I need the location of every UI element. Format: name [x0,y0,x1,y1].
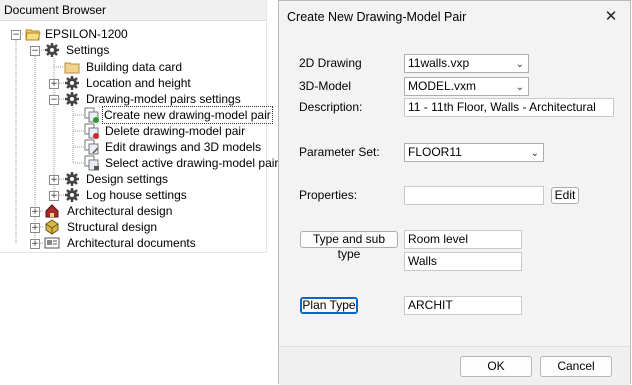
plan-type-field[interactable]: ARCHIT [404,296,522,315]
properties-field[interactable] [404,186,544,205]
create-pair-icon [84,107,99,123]
tree-node-settings-label: Settings [66,43,110,57]
document-icon [44,237,60,249]
tree-node-log-house-settings-label: Log house settings [86,188,187,202]
model-3d-value: MODEL.vxm [408,79,477,93]
model-3d-select[interactable]: MODEL.vxm ⌄ [404,77,529,96]
plan-type-value: ARCHIT [408,298,453,312]
collapse-icon[interactable]: − [11,30,21,40]
tree-node-drawing-model-pairs-settings-label: Drawing-model pairs settings [86,92,241,106]
dialog-footer: OK Cancel [279,346,630,385]
tree-node-structural-design-label: Structural design [67,220,158,234]
tree-node-edit-drawings-label: Edit drawings and 3D models [105,140,262,154]
tree-node-design-settings-label: Design settings [86,172,169,186]
properties-label: Properties: [299,188,358,202]
expand-icon[interactable]: + [30,239,40,249]
subtype-field[interactable]: Walls [404,252,522,271]
drawing-2d-select[interactable]: 11walls.vxp ⌄ [404,54,529,73]
tree-node-select-active-pairs-label: Select active drawing-model pairs [105,156,285,170]
type-field[interactable]: Room level [404,230,522,249]
expand-icon[interactable]: + [49,191,59,201]
chevron-down-icon: ⌄ [515,82,524,93]
tree-node-location-and-height-label: Location and height [86,76,191,90]
gear-icon [65,172,79,186]
type-and-subtype-button[interactable]: Type and sub type [300,231,398,261]
parameter-set-label: Parameter Set: [299,145,380,159]
tree-node-delete-pair-label: Delete drawing-model pair [105,124,246,138]
tree-node-create-pair-label: Create new drawing-model pair [102,106,273,124]
edit-button[interactable]: Edit [551,187,579,204]
folder-open-icon [25,29,41,41]
type-value: Room level [408,232,469,246]
drawing-2d-value: 11walls.vxp [408,56,470,70]
plan-type-button[interactable]: Plan Type [300,297,358,314]
cancel-button[interactable]: Cancel [540,356,612,377]
gear-icon [65,188,79,202]
description-value: 11 - 11th Floor, Walls - Architectural [408,100,596,114]
expand-icon[interactable]: + [30,207,40,217]
description-field[interactable]: 11 - 11th Floor, Walls - Architectural [404,98,614,117]
create-pair-dialog: Create New Drawing-Model Pair ✕ 2D Drawi… [278,0,631,385]
structure-icon [45,219,59,235]
document-browser-panel: Document Browser − EPSILON-1200 − Settin… [0,0,284,253]
parameter-set-select[interactable]: FLOOR11 ⌄ [404,143,544,162]
expand-icon[interactable]: + [30,223,40,233]
tree-node-building-data-card-label: Building data card [86,60,183,74]
tree-node-architectural-design-label: Architectural design [67,204,173,218]
parameter-set-value: FLOOR11 [408,145,462,159]
edit-pair-icon [84,139,99,155]
close-icon[interactable]: ✕ [602,7,620,25]
collapse-icon[interactable]: − [49,95,59,105]
gear-icon [45,43,59,57]
model-3d-label: 3D-Model [299,79,352,93]
delete-pair-icon [84,123,99,139]
dialog-title: Create New Drawing-Model Pair [287,10,467,24]
tree-node-architectural-documents-label: Architectural documents [67,236,196,250]
gear-icon [65,92,79,106]
subtype-value: Walls [408,254,437,268]
select-pairs-icon [84,155,99,171]
folder-icon [64,62,80,74]
tree-node-root-label: EPSILON-1200 [45,27,128,41]
description-label: Description: [299,100,363,114]
ok-button[interactable]: OK [460,356,532,377]
gear-icon [65,76,79,90]
drawing-2d-label: 2D Drawing [299,56,362,70]
expand-icon[interactable]: + [49,79,59,89]
chevron-down-icon: ⌄ [515,59,524,70]
collapse-icon[interactable]: − [30,46,40,56]
chevron-down-icon: ⌄ [530,148,539,159]
expand-icon[interactable]: + [49,175,59,185]
house-icon [45,204,59,218]
